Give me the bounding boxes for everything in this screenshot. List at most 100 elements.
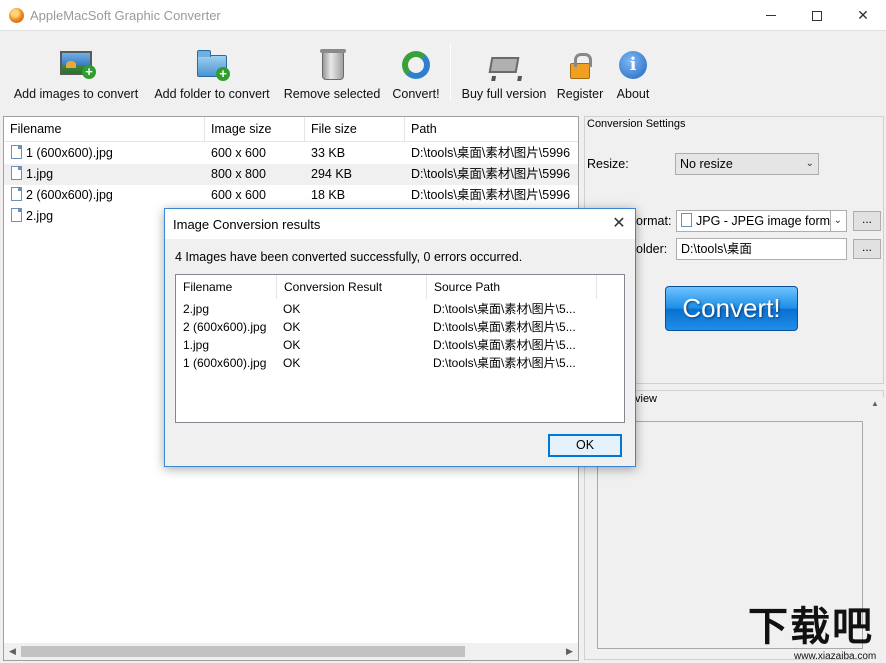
file-icon <box>11 145 22 159</box>
result-filename: 2 (600x600).jpg <box>183 320 267 334</box>
info-icon: i <box>615 47 651 83</box>
chevron-down-icon: ⌄ <box>805 158 814 169</box>
file-list-header: Filename Image size File size Path <box>4 117 578 142</box>
column-header-filename[interactable]: Filename <box>176 275 277 299</box>
file-name: 1.jpg <box>26 167 54 181</box>
remove-selected-label: Remove selected <box>283 87 381 101</box>
add-images-button[interactable]: + Add images to convert <box>12 31 140 106</box>
format-select[interactable]: JPG - JPEG image form ⌄ <box>676 210 847 232</box>
register-label: Register <box>556 87 604 101</box>
output-folder-label: older: <box>636 242 668 256</box>
remove-selected-button[interactable]: Remove selected <box>284 31 380 106</box>
toolbar-separator <box>450 43 451 101</box>
result-filename: 1 (600x600).jpg <box>183 356 267 370</box>
file-icon <box>11 208 22 222</box>
format-options-button[interactable]: ... <box>853 211 881 231</box>
preview-title: view <box>635 393 658 405</box>
add-images-label: Add images to convert <box>13 87 139 101</box>
buy-label: Buy full version <box>461 87 547 101</box>
recycle-arrows-icon <box>398 47 434 83</box>
list-item[interactable]: 1.jpg OK D:\tools\桌面\素材\图片\5... <box>176 336 624 354</box>
horizontal-scrollbar[interactable]: ◀ ▶ <box>4 643 578 660</box>
file-name: 1 (600x600).jpg <box>26 146 113 160</box>
toolbar: + Add images to convert + Add folder to … <box>0 31 886 106</box>
result-status: OK <box>283 338 301 352</box>
result-status: OK <box>283 320 301 334</box>
image-size: 800 x 800 <box>211 167 266 181</box>
file-name: 2 (600x600).jpg <box>26 188 113 202</box>
result-status: OK <box>283 356 301 370</box>
minimize-button[interactable] <box>748 0 794 31</box>
maximize-icon <box>812 10 822 21</box>
add-folder-icon: + <box>194 47 230 83</box>
file-path: D:\tools\桌面\素材\图片\5996 <box>411 167 571 181</box>
convert-toolbar-button[interactable]: Convert! <box>391 31 441 106</box>
list-item[interactable]: 1 (600x600).jpg OK D:\tools\桌面\素材\图片\5..… <box>176 354 624 372</box>
about-label: About <box>616 87 650 101</box>
shopping-cart-icon <box>486 47 522 83</box>
result-filename: 1.jpg <box>183 338 210 352</box>
column-header-filename[interactable]: Filename <box>4 117 205 142</box>
title-bar: AppleMacSoft Graphic Converter ✕ <box>0 0 886 31</box>
ok-button[interactable]: OK <box>548 434 622 457</box>
add-folder-button[interactable]: + Add folder to convert <box>151 31 273 106</box>
close-icon: ✕ <box>857 7 869 23</box>
convert-label: Convert! <box>392 87 440 101</box>
result-path: D:\tools\桌面\素材\图片\5... <box>433 356 576 370</box>
dialog-close-button[interactable]: ✕ <box>603 209 635 239</box>
resize-value: No resize <box>680 157 733 171</box>
window-title: AppleMacSoft Graphic Converter <box>30 8 221 23</box>
column-header-source-path[interactable]: Source Path <box>427 275 597 299</box>
resize-select[interactable]: No resize ⌄ <box>675 153 819 175</box>
add-images-icon: + <box>58 47 96 83</box>
chevron-down-icon: ⌄ <box>829 211 842 231</box>
output-folder-input[interactable]: D:\tools\桌面 <box>676 238 847 260</box>
add-folder-label: Add folder to convert <box>154 87 270 101</box>
register-button[interactable]: Register <box>555 31 605 106</box>
watermark-main: 下载吧 <box>748 604 874 650</box>
column-header-file-size[interactable]: File size <box>305 117 405 142</box>
watermark-logo: 下载吧 www.xiazaiba.com <box>748 604 886 663</box>
scrollbar-thumb[interactable] <box>21 646 465 657</box>
file-name: 2.jpg <box>26 209 54 223</box>
list-item[interactable]: 2 (600x600).jpg OK D:\tools\桌面\素材\图片\5..… <box>176 318 624 336</box>
format-label: ormat: <box>636 214 672 228</box>
scroll-right-icon[interactable]: ▶ <box>561 643 578 660</box>
conversion-results-dialog: Image Conversion results ✕ 4 Images have… <box>164 208 636 467</box>
format-value: JPG - JPEG image form <box>696 214 831 228</box>
file-size: 18 KB <box>311 188 346 202</box>
column-header-image-size[interactable]: Image size <box>205 117 305 142</box>
close-icon: ✕ <box>612 215 626 232</box>
file-size: 33 KB <box>311 146 346 160</box>
file-icon <box>11 187 22 201</box>
dialog-title: Image Conversion results <box>173 217 321 232</box>
scroll-left-icon[interactable]: ◀ <box>4 643 21 660</box>
column-header-path[interactable]: Path <box>405 117 578 142</box>
file-path: D:\tools\桌面\素材\图片\5996 <box>411 188 571 202</box>
about-button[interactable]: i About <box>612 31 654 106</box>
file-icon <box>11 166 22 180</box>
dialog-message: 4 Images have been converted successfull… <box>175 250 523 264</box>
dialog-title-bar: Image Conversion results ✕ <box>165 209 635 239</box>
results-list[interactable]: Filename Conversion Result Source Path 2… <box>175 274 625 423</box>
table-row[interactable]: 1.jpg 800 x 800 294 KB D:\tools\桌面\素材\图片… <box>4 164 578 185</box>
table-row[interactable]: 1 (600x600).jpg 600 x 600 33 KB D:\tools… <box>4 143 578 164</box>
file-size: 294 KB <box>311 167 353 181</box>
watermark-url: www.xiazaiba.com <box>794 651 877 662</box>
trash-bin-icon <box>314 47 350 83</box>
buy-full-version-button[interactable]: Buy full version <box>462 31 546 106</box>
table-row[interactable]: 2 (600x600).jpg 600 x 600 18 KB D:\tools… <box>4 185 578 206</box>
resize-label: Resize: <box>587 157 629 171</box>
result-filename: 2.jpg <box>183 302 210 316</box>
browse-folder-button[interactable]: ... <box>853 239 881 259</box>
image-size: 600 x 600 <box>211 146 266 160</box>
minimize-icon <box>766 15 776 16</box>
app-icon <box>9 8 24 23</box>
result-path: D:\tools\桌面\素材\图片\5... <box>433 302 576 316</box>
list-item[interactable]: 2.jpg OK D:\tools\桌面\素材\图片\5... <box>176 300 624 318</box>
close-button[interactable]: ✕ <box>840 0 886 31</box>
conversion-settings-title: Conversion Settings <box>587 118 686 130</box>
maximize-button[interactable] <box>794 0 840 31</box>
convert-button[interactable]: Convert! <box>665 286 798 331</box>
column-header-conversion-result[interactable]: Conversion Result <box>277 275 427 299</box>
